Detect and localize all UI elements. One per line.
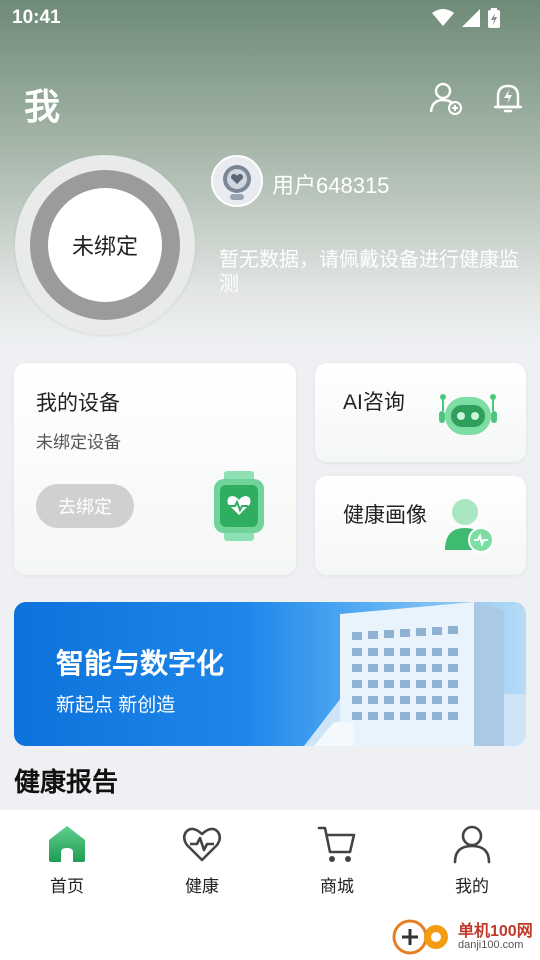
smartwatch-icon <box>214 471 264 541</box>
nav-label-home: 首页 <box>50 877 84 896</box>
device-status-label: 未绑定 <box>48 188 162 302</box>
ai-consult-card[interactable]: AI咨询 <box>315 363 526 462</box>
nav-tab-home[interactable]: 首页 <box>17 824 117 904</box>
notification-bell-icon[interactable] <box>490 80 526 116</box>
nav-tab-mall[interactable]: 商城 <box>287 824 387 904</box>
site-watermark: 单机100网 danji100.com <box>392 917 538 957</box>
my-device-card[interactable]: 我的设备 未绑定设备 去绑定 <box>14 363 296 575</box>
watermark-url: danji100.com <box>458 939 524 951</box>
robot-avatar-icon <box>213 157 261 205</box>
promo-banner[interactable]: 智能与数字化 新起点 新创造 <box>14 602 526 746</box>
health-profile-title: 健康画像 <box>343 504 427 527</box>
banner-title: 智能与数字化 <box>56 648 225 679</box>
nav-tab-health[interactable]: 健康 <box>152 824 252 904</box>
my-device-subtitle: 未绑定设备 <box>36 433 121 452</box>
my-device-title: 我的设备 <box>36 392 120 415</box>
battery-icon <box>488 8 500 28</box>
ring-track: 未绑定 <box>30 170 180 320</box>
home-icon <box>49 826 85 862</box>
username: 用户648315 <box>272 173 390 198</box>
cart-icon <box>317 826 356 862</box>
device-status-ring[interactable]: 未绑定 <box>15 155 195 335</box>
nav-label-mall: 商城 <box>320 877 354 896</box>
status-time: 10:41 <box>12 7 61 28</box>
add-user-icon[interactable] <box>428 80 464 116</box>
watermark-logo-icon <box>392 919 448 955</box>
watermark-name: 单机100网 <box>458 923 533 940</box>
wifi-icon <box>432 9 454 26</box>
nav-label-mine: 我的 <box>455 877 489 896</box>
no-data-message: 暂无数据，请佩戴设备进行健康监测 <box>219 249 519 295</box>
status-icons <box>432 8 500 28</box>
health-profile-icon <box>445 499 494 553</box>
person-icon <box>453 825 491 864</box>
health-profile-card[interactable]: 健康画像 <box>315 476 526 575</box>
nav-label-health: 健康 <box>185 877 219 896</box>
banner-subtitle: 新起点 新创造 <box>56 695 176 716</box>
ai-consult-title: AI咨询 <box>343 391 405 414</box>
status-bar: 10:41 <box>0 0 540 36</box>
signal-icon <box>462 9 480 27</box>
ai-robot-icon <box>439 394 497 435</box>
building-illustration <box>304 602 526 746</box>
avatar[interactable] <box>211 155 263 207</box>
nav-tab-mine[interactable]: 我的 <box>422 824 522 904</box>
heart-pulse-icon <box>182 827 222 862</box>
page-title: 我 <box>24 86 61 127</box>
bind-device-button[interactable]: 去绑定 <box>36 484 134 528</box>
health-report-title: 健康报告 <box>14 767 119 797</box>
